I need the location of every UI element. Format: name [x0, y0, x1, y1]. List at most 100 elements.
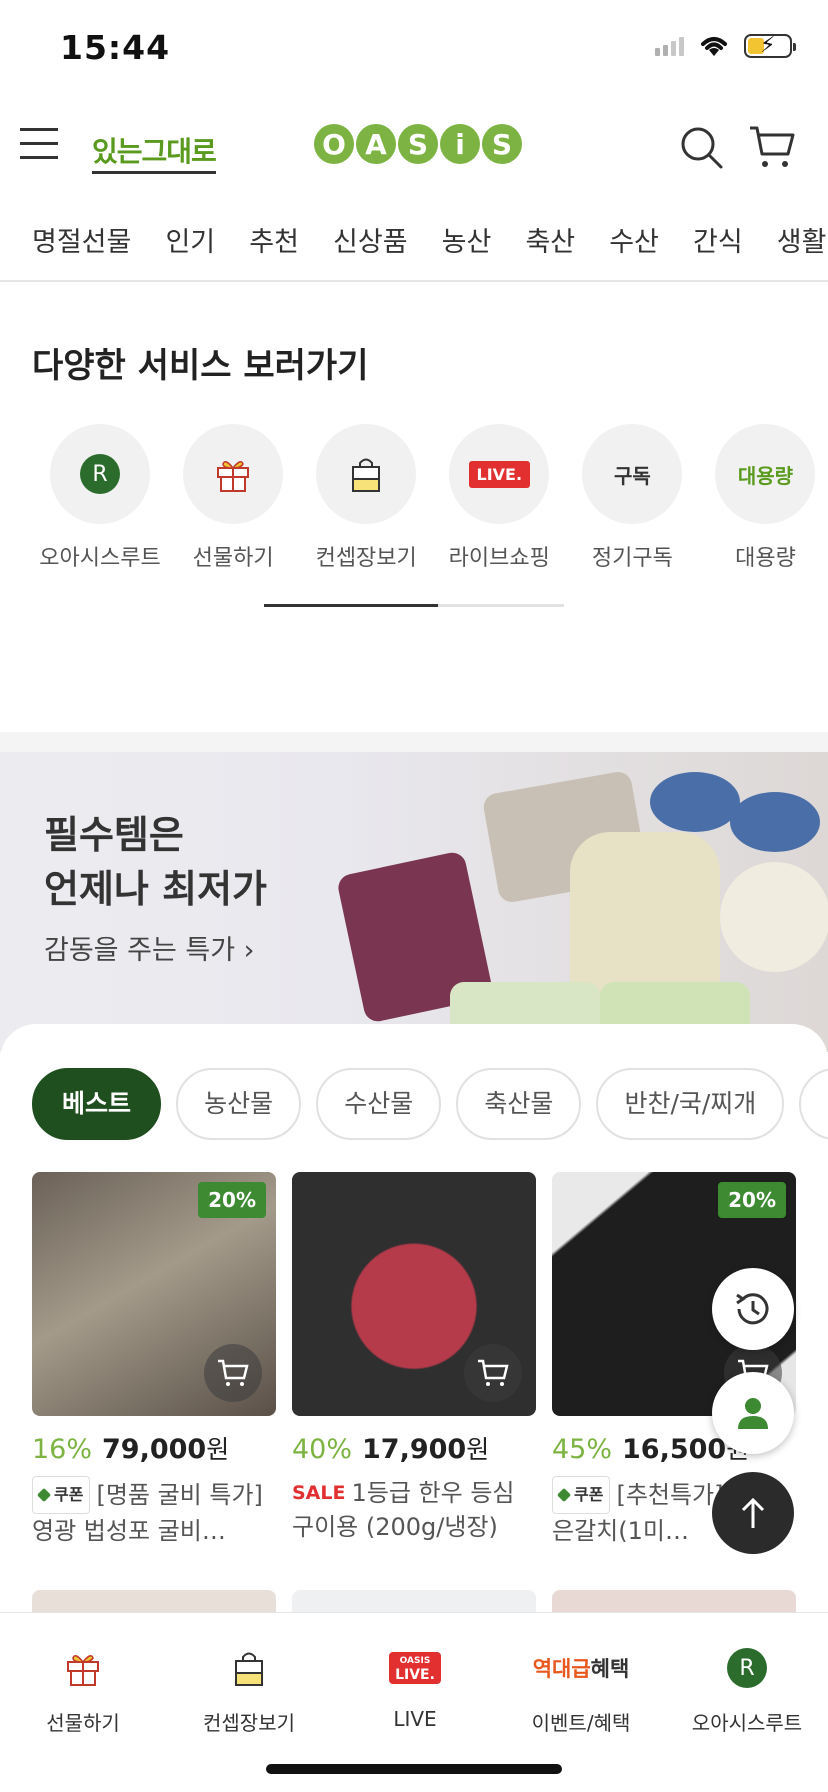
scroll-top-button[interactable]: [712, 1472, 794, 1554]
product-card-peek[interactable]: [292, 1590, 536, 1614]
tab-live[interactable]: OASIS LIVE. LIVE: [332, 1643, 498, 1731]
banner-headline-line: 언제나 최저가: [44, 867, 267, 911]
logo-letter: S: [398, 124, 438, 164]
discount-rate: 16%: [32, 1434, 93, 1465]
product-name: SALE 1등급 한우 등심 구이용 (200g/냉장): [292, 1476, 536, 1544]
live-icon: LIVE.: [468, 460, 531, 488]
cart-icon[interactable]: [748, 124, 796, 170]
discount-rate: 40%: [292, 1434, 353, 1465]
discount-badge: 20%: [718, 1182, 786, 1218]
discount-rate: 45%: [552, 1434, 613, 1465]
product-image: 20%: [32, 1172, 276, 1416]
logo-letter: S: [482, 124, 522, 164]
service-item-subscribe[interactable]: 구독 정기구독: [568, 424, 696, 572]
user-icon: [738, 1398, 768, 1429]
category-tab[interactable]: 농산: [442, 220, 492, 259]
service-item-bulk[interactable]: 대용량 대용량: [701, 424, 828, 572]
tab-concept[interactable]: 컨셉장보기: [166, 1643, 332, 1736]
category-tab[interactable]: 추천: [249, 220, 299, 259]
chip[interactable]: 반찬/국/찌개: [596, 1068, 785, 1140]
service-item-oasis-root[interactable]: R 오아시스루트: [36, 424, 164, 572]
status-bar: 15:44 ⚡: [0, 0, 828, 100]
banner-headline-line: 필수템은: [44, 813, 184, 857]
product-image-can: [730, 792, 820, 852]
service-item-gift[interactable]: 선물하기: [169, 424, 297, 572]
brand-link[interactable]: 있는그대로: [92, 130, 217, 174]
tag-icon: [556, 1487, 572, 1503]
chip[interactable]: 수산물: [316, 1068, 442, 1140]
product-card[interactable]: 40% 17,900원 SALE 1등급 한우 등심 구이용 (200g/냉장): [292, 1172, 536, 1544]
service-label: 라이브쇼핑: [448, 546, 550, 571]
tab-label: LIVE: [393, 1707, 437, 1731]
category-tab[interactable]: 수산: [609, 220, 659, 259]
banner-headline: 필수템은 언제나 최저가: [44, 808, 267, 916]
gift-icon: [217, 461, 250, 492]
chip-best[interactable]: 베스트: [32, 1068, 162, 1140]
chip[interactable]: 농산물: [176, 1068, 302, 1140]
services-scroll-indicator: [264, 604, 564, 607]
price-line: 16% 79,000원: [32, 1430, 276, 1466]
category-chips: 베스트 농산물 수산물 축산물 반찬/국/찌개 간편: [32, 1068, 828, 1140]
shopping-bag-icon: [352, 458, 381, 492]
product-card-peek[interactable]: [32, 1590, 276, 1614]
product-name: 쿠폰 [명품 굴비 특가] 영광 법성포 굴비…: [32, 1476, 276, 1544]
service-item-concept[interactable]: 컨셉장보기: [302, 424, 430, 572]
search-icon[interactable]: [678, 124, 724, 170]
tab-oasis-root[interactable]: R 오아시스루트: [664, 1643, 828, 1736]
tab-gift[interactable]: 선물하기: [0, 1643, 166, 1736]
promo-banner[interactable]: 필수템은 언제나 최저가 감동을 주는 특가 ›: [0, 752, 828, 1052]
section-divider: [0, 732, 828, 752]
category-tab[interactable]: 축산: [525, 220, 575, 259]
add-to-cart-button[interactable]: [464, 1344, 522, 1402]
status-icons: ⚡: [655, 33, 796, 58]
logo-letter: A: [356, 124, 396, 164]
discount-badge: 20%: [198, 1182, 266, 1218]
services-title: 다양한 서비스 보러가기: [32, 346, 369, 386]
recent-history-button[interactable]: [712, 1268, 794, 1350]
event-badge-2: 혜택: [590, 1657, 630, 1681]
product-card-peek[interactable]: [552, 1590, 796, 1614]
coupon-tag: 쿠폰: [552, 1476, 611, 1514]
category-tab[interactable]: 간식: [693, 220, 743, 259]
category-tab[interactable]: 신상품: [333, 220, 408, 259]
status-time: 15:44: [60, 28, 171, 67]
cart-icon: [478, 1359, 509, 1386]
menu-icon[interactable]: [20, 128, 58, 160]
product-card[interactable]: 20% 16% 79,000원 쿠폰 [명품 굴비 특가] 영광 법성포 굴비…: [32, 1172, 276, 1544]
r-circle-icon: R: [80, 454, 120, 494]
logo-letter: i: [440, 124, 480, 164]
chip[interactable]: 축산물: [456, 1068, 582, 1140]
banner-link[interactable]: 감동을 주는 특가 ›: [44, 928, 254, 967]
coupon-label: 쿠폰: [574, 1485, 604, 1504]
category-tab[interactable]: 명절선물: [32, 220, 131, 259]
cart-icon: [218, 1359, 249, 1386]
product-image-bag: [570, 832, 720, 1002]
category-tab[interactable]: 생활: [777, 220, 827, 259]
services-row: R 오아시스루트 선물하기 컨셉장보기 LIVE. 라이브쇼핑 구독 정기구독 …: [36, 424, 828, 574]
live-badge-top: OASIS: [399, 1656, 431, 1666]
history-icon: [736, 1293, 769, 1325]
service-item-live[interactable]: LIVE. 라이브쇼핑: [435, 424, 563, 572]
tag-icon: [36, 1487, 52, 1503]
price: 17,900: [362, 1434, 467, 1465]
my-page-button[interactable]: [712, 1372, 794, 1454]
category-tab[interactable]: 인기: [165, 220, 215, 259]
live-badge-bottom: LIVE.: [395, 1667, 435, 1683]
coupon-label: 쿠폰: [54, 1485, 84, 1504]
chip[interactable]: 간편: [799, 1068, 828, 1140]
tab-event[interactable]: 역대급 혜택 이벤트/혜택: [498, 1643, 664, 1736]
service-label: 선물하기: [192, 546, 274, 571]
oasis-logo[interactable]: O A S i S: [314, 124, 522, 164]
event-icon: 역대급 혜택: [498, 1643, 664, 1693]
price: 79,000: [102, 1434, 207, 1465]
add-to-cart-button[interactable]: [204, 1344, 262, 1402]
product-list: 20% 16% 79,000원 쿠폰 [명품 굴비 특가] 영광 법성포 굴비… 4…: [32, 1172, 828, 1552]
signal-icon: [655, 36, 684, 56]
tab-label: 선물하기: [46, 1711, 120, 1735]
logo-letter: O: [314, 124, 354, 164]
price-line: 40% 17,900원: [292, 1430, 536, 1466]
r-circle-icon: R: [727, 1648, 767, 1688]
price: 16,500: [622, 1434, 727, 1465]
app-header: 있는그대로 O A S i S: [0, 100, 828, 192]
service-label: 오아시스루트: [39, 546, 161, 571]
